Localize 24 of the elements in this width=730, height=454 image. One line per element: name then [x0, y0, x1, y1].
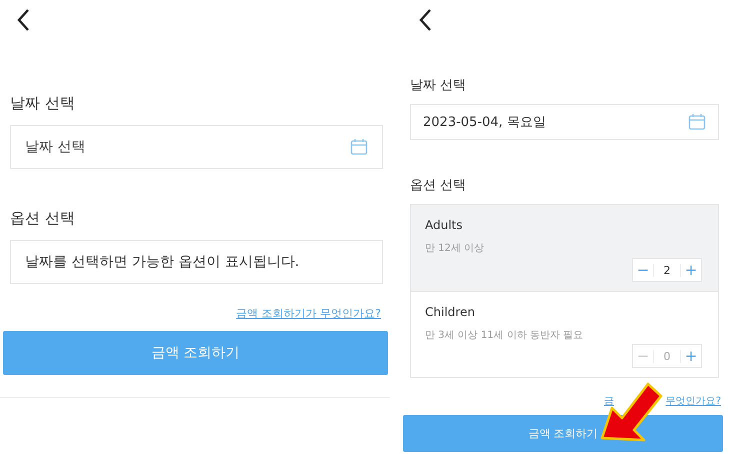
help-link[interactable]: 무엇인가요? — [666, 394, 721, 408]
plus-button[interactable]: + — [681, 259, 701, 281]
help-link[interactable]: 금 — [604, 394, 614, 408]
submit-button[interactable]: 금액 조회하기 — [3, 331, 388, 375]
quantity-value: 0 — [653, 350, 681, 362]
section-title: 날짜 선택 — [410, 77, 468, 94]
date-field[interactable]: 날짜 선택 — [10, 125, 383, 169]
option-description: 만 3세 이상 11세 이하 동반자 필요 — [425, 329, 584, 342]
date-field[interactable]: 2023-05-04, 목요일 — [410, 104, 719, 140]
calendar-icon — [688, 113, 706, 131]
section-title: 날짜 선택 — [10, 94, 76, 113]
help-link[interactable]: 금액 조회하기가 무엇인가요? — [236, 306, 381, 321]
section-title: 옵션 선택 — [10, 209, 76, 228]
submit-button[interactable]: 금액 조회하기 — [403, 415, 723, 452]
plus-button[interactable]: + — [681, 345, 701, 367]
calendar-icon — [350, 138, 368, 156]
option-row[interactable]: Adults 만 12세 이상 − 2 + — [411, 205, 718, 291]
section-title: 옵션 선택 — [410, 177, 468, 194]
minus-button[interactable]: − — [633, 259, 653, 281]
option-name: Children — [425, 305, 476, 319]
quantity-value: 2 — [653, 264, 681, 276]
option-name: Adults — [425, 218, 464, 232]
option-notice: 날짜를 선택하면 가능한 옵션이 표시됩니다. — [10, 240, 383, 284]
option-description: 만 12세 이상 — [425, 242, 486, 255]
